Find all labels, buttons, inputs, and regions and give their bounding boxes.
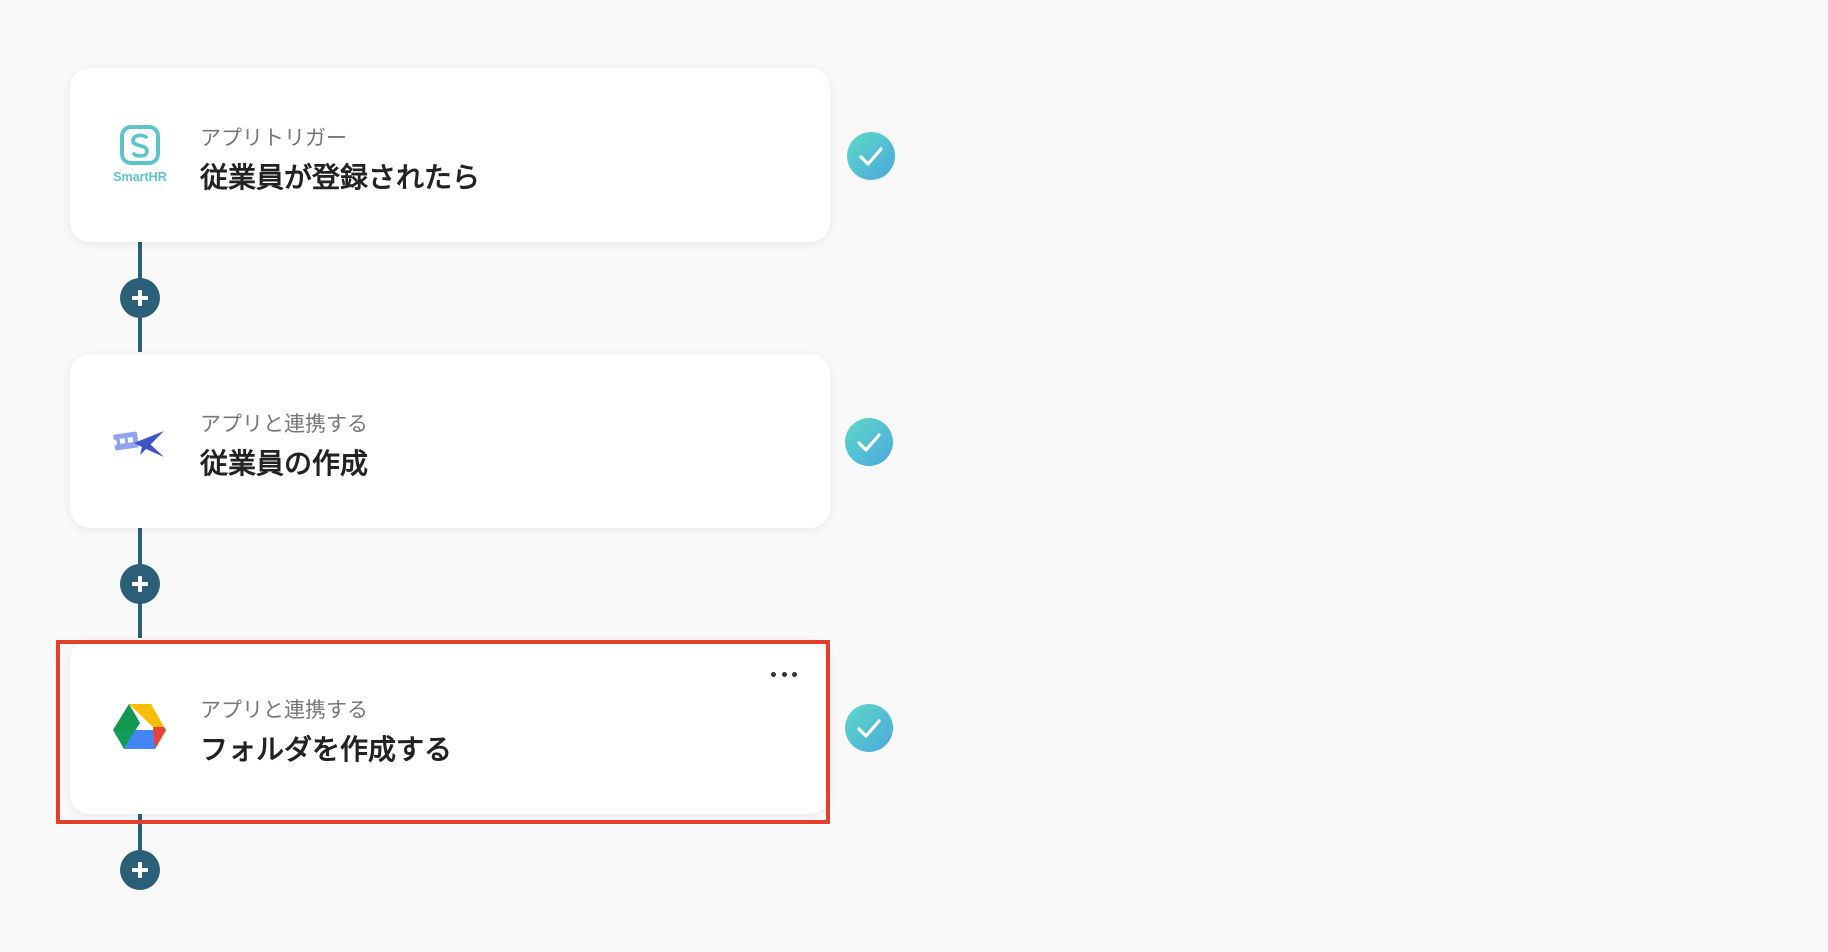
completed-check-icon <box>847 132 895 180</box>
google-drive-logo-icon <box>110 697 170 757</box>
step-subtitle: アプリと連携する <box>200 698 368 722</box>
svg-text:SmartHR: SmartHR <box>113 170 167 184</box>
ticket-plane-logo-icon <box>110 411 170 471</box>
completed-check-icon <box>845 418 893 466</box>
step-title: 従業員の作成 <box>200 447 369 480</box>
step-card-google-drive-create-folder[interactable]: アプリと連携する フォルダを作成する <box>70 640 830 814</box>
step-subtitle: アプリトリガー <box>200 126 347 150</box>
workflow-canvas: SmartHR アプリトリガー 従業員が登録されたら アプリと連携する 従業員の… <box>0 0 1828 952</box>
step-title: フォルダを作成する <box>200 733 453 766</box>
smarthr-logo-icon: SmartHR <box>110 125 170 185</box>
add-step-button[interactable] <box>120 564 160 604</box>
more-dot-icon <box>781 671 787 677</box>
more-dot-icon <box>771 671 776 677</box>
add-step-button[interactable] <box>120 278 160 318</box>
more-options-button[interactable] <box>766 662 802 686</box>
add-step-button[interactable] <box>120 850 160 890</box>
step-subtitle: アプリと連携する <box>200 412 368 436</box>
step-title: 従業員が登録されたら <box>200 161 481 194</box>
step-card-smarthr-trigger[interactable]: SmartHR アプリトリガー 従業員が登録されたら <box>70 68 830 242</box>
completed-check-icon <box>845 704 893 752</box>
step-card-create-employee[interactable]: アプリと連携する 従業員の作成 <box>70 354 830 528</box>
more-dot-icon <box>792 671 797 677</box>
